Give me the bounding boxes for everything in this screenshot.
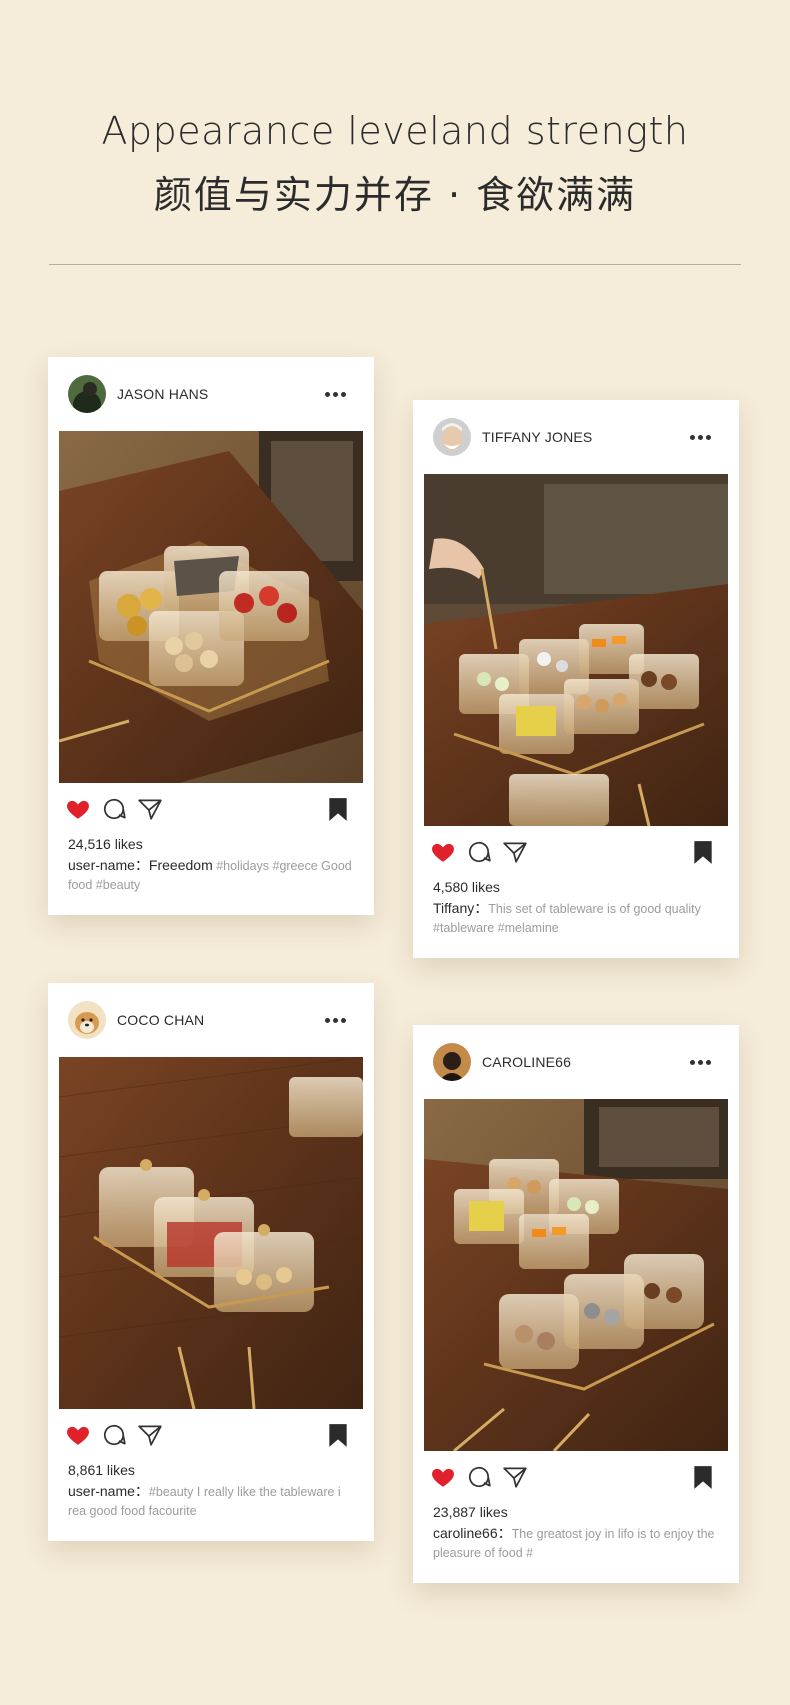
post-caption: user-name：Freeedom #holidays #greece Goo…: [59, 853, 363, 894]
post-header: JASON HANS: [59, 357, 363, 431]
avatar[interactable]: [433, 1043, 471, 1081]
avatar[interactable]: [433, 418, 471, 456]
heart-icon[interactable]: [430, 839, 456, 865]
post-actions: [424, 826, 728, 878]
post-photo[interactable]: [59, 431, 363, 783]
comment-icon[interactable]: [466, 839, 492, 865]
post-username[interactable]: JASON HANS: [117, 386, 325, 402]
post-caption: user-name：#beauty I really like the tabl…: [59, 1479, 363, 1520]
post-username[interactable]: CAROLINE66: [482, 1054, 690, 1070]
likes-count: 8,861 likes: [68, 1462, 135, 1478]
post-card-3: COCO CHAN 8,861 likes user-name：#beauty …: [48, 983, 374, 1541]
post-username[interactable]: TIFFANY JONES: [482, 429, 690, 445]
caption-user[interactable]: user-name：: [68, 1483, 149, 1499]
header-divider: [49, 264, 741, 265]
likes-count: 24,516 likes: [68, 836, 143, 852]
caption-text: Freeedom: [148, 857, 213, 873]
comment-icon[interactable]: [101, 796, 127, 822]
caption-user[interactable]: user-name：: [68, 857, 149, 873]
post-photo[interactable]: [59, 1057, 363, 1409]
comment-icon[interactable]: [466, 1464, 492, 1490]
post-caption: caroline66：The greatost joy in lifo is t…: [424, 1521, 728, 1562]
post-card-1: JASON HANS 24,516 likes user-name：Freeed…: [48, 357, 374, 915]
heart-icon[interactable]: [65, 1422, 91, 1448]
post-actions: [424, 1451, 728, 1503]
title-english: Appearance leveland strength: [101, 109, 689, 153]
post-caption: Tiffany：This set of tableware is of good…: [424, 896, 728, 937]
post-card-4: CAROLINE66 23,887 likes caroline66：The g…: [413, 1025, 739, 1583]
heart-icon[interactable]: [430, 1464, 456, 1490]
caption-user[interactable]: caroline66：: [433, 1525, 512, 1541]
bookmark-icon[interactable]: [690, 839, 716, 865]
post-header: COCO CHAN: [59, 983, 363, 1057]
share-icon[interactable]: [502, 1464, 528, 1490]
post-card-2: TIFFANY JONES 4,580 likes Tiffany：This s…: [413, 400, 739, 958]
more-icon[interactable]: [325, 1017, 346, 1023]
avatar[interactable]: [68, 1001, 106, 1039]
post-photo[interactable]: [424, 1099, 728, 1451]
post-header: TIFFANY JONES: [424, 400, 728, 474]
post-actions: [59, 783, 363, 835]
page-heading: Appearance leveland strength 颜值与实力并存 · 食…: [0, 104, 790, 222]
heart-icon[interactable]: [65, 796, 91, 822]
likes-count: 4,580 likes: [433, 879, 500, 895]
more-icon[interactable]: [690, 434, 711, 440]
avatar[interactable]: [68, 375, 106, 413]
caption-user[interactable]: Tiffany：: [433, 900, 488, 916]
title-chinese: 颜值与实力并存 · 食欲满满: [153, 173, 637, 217]
likes-count: 23,887 likes: [433, 1504, 508, 1520]
post-actions: [59, 1409, 363, 1461]
post-photo[interactable]: [424, 474, 728, 826]
post-username[interactable]: COCO CHAN: [117, 1012, 325, 1028]
bookmark-icon[interactable]: [325, 796, 351, 822]
share-icon[interactable]: [502, 839, 528, 865]
share-icon[interactable]: [137, 796, 163, 822]
more-icon[interactable]: [325, 391, 346, 397]
bookmark-icon[interactable]: [325, 1422, 351, 1448]
comment-icon[interactable]: [101, 1422, 127, 1448]
post-header: CAROLINE66: [424, 1025, 728, 1099]
more-icon[interactable]: [690, 1059, 711, 1065]
share-icon[interactable]: [137, 1422, 163, 1448]
bookmark-icon[interactable]: [690, 1464, 716, 1490]
